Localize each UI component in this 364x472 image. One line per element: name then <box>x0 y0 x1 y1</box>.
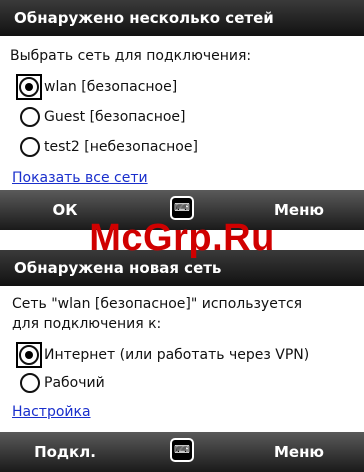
settings-link[interactable]: Настройка <box>12 404 91 420</box>
prompt-line-1: Сеть "wlan [безопасное]" используется <box>12 296 303 312</box>
screen-multiple-networks: Обнаружено несколько сетей Выбрать сеть … <box>0 0 364 230</box>
option-label: Рабочий <box>44 375 105 391</box>
network-option-test2[interactable]: test2 [небезопасное] <box>20 134 198 160</box>
keyboard-icon[interactable]: ⌨ <box>170 438 194 462</box>
softkey-menu[interactable]: Меню <box>234 432 364 472</box>
radio-icon-selected[interactable] <box>19 345 39 365</box>
focus-box <box>16 74 42 100</box>
connection-option-work[interactable]: Рабочий <box>20 370 105 396</box>
radio-icon[interactable] <box>20 107 40 127</box>
option-label: test2 [небезопасное] <box>44 139 198 155</box>
network-option-wlan[interactable]: wlan [безопасное] <box>16 74 177 100</box>
connection-option-internet[interactable]: Интернет (или работать через VPN) <box>16 342 309 368</box>
prompt-text: Выбрать сеть для подключения: <box>10 48 252 64</box>
radio-icon-selected[interactable] <box>19 77 39 97</box>
show-all-networks-link[interactable]: Показать все сети <box>12 170 148 186</box>
screen-new-network: Обнаружена новая сеть Сеть "wlan [безопа… <box>0 250 364 472</box>
softkey-bar: Подкл. ⌨ Меню <box>0 432 364 472</box>
radio-icon[interactable] <box>20 137 40 157</box>
prompt-line-2: для подключения к: <box>12 316 162 332</box>
title-bar: Обнаружено несколько сетей <box>0 0 364 36</box>
radio-icon[interactable] <box>20 373 40 393</box>
softkey-connect[interactable]: Подкл. <box>0 432 130 472</box>
focus-box <box>16 342 42 368</box>
option-label: Guest [безопасное] <box>44 109 186 125</box>
network-option-guest[interactable]: Guest [безопасное] <box>20 104 186 130</box>
option-label: wlan [безопасное] <box>44 79 178 95</box>
option-label: Интернет (или работать через VPN) <box>44 347 310 363</box>
watermark: McGrp.Ru <box>89 217 275 259</box>
